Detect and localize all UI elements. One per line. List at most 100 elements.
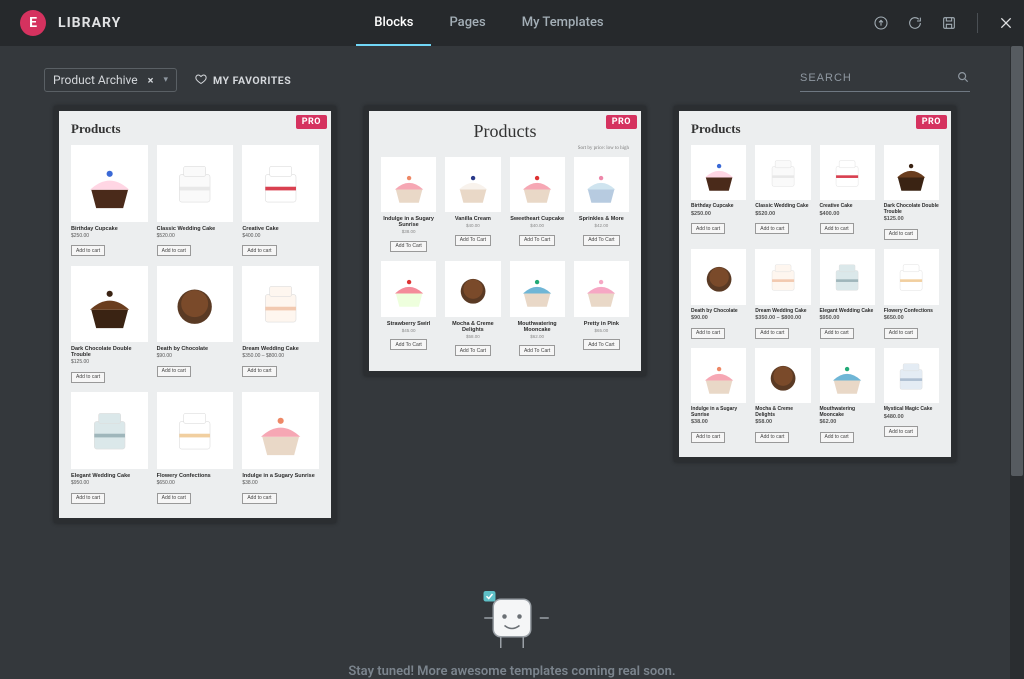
product-image xyxy=(71,392,148,469)
product-cell: Mocha & Creme Delights$58.00Add to cart xyxy=(755,348,810,443)
heart-icon xyxy=(195,73,207,88)
template-card[interactable]: PRO Products Birthday Cupcake$250.00Add … xyxy=(54,106,336,523)
add-to-cart-button: Add to cart xyxy=(755,432,789,443)
product-meta: $40.00 xyxy=(510,223,565,228)
template-card[interactable]: PRO Products Birthday Cupcake$250.00Add … xyxy=(674,106,956,462)
product-price: $38.00 xyxy=(691,419,746,425)
product-name: Strawberry Swirl xyxy=(381,321,436,327)
category-filter-clear-icon[interactable]: × xyxy=(148,74,154,87)
add-to-cart-button: Add To Cart xyxy=(583,339,619,350)
product-cell: Sweetheart Cupcake$40.00Add To Cart xyxy=(510,157,565,252)
product-price: $250.00 xyxy=(71,233,148,239)
product-name: Creative Cake xyxy=(820,204,875,210)
add-to-cart-button: Add to cart xyxy=(884,229,918,240)
product-meta: $38.00 xyxy=(381,229,436,234)
pro-badge: PRO xyxy=(606,115,637,129)
product-name: Dark Chocolate Double Trouble xyxy=(884,204,939,215)
add-to-cart-button: Add To Cart xyxy=(390,241,426,252)
product-name: Death by Chocolate xyxy=(691,309,746,315)
product-price: $38.00 xyxy=(242,480,319,486)
search-input[interactable] xyxy=(800,72,956,84)
tab-blocks[interactable]: Blocks xyxy=(356,0,431,46)
close-icon[interactable] xyxy=(998,15,1014,31)
product-name: Sweetheart Cupcake xyxy=(510,216,565,222)
template-title: Products xyxy=(71,121,319,137)
product-image xyxy=(510,261,565,316)
product-cell: Elegant Wedding Cake$950.00Add to cart xyxy=(71,392,148,504)
product-price: $90.00 xyxy=(157,353,234,359)
product-name: Dream Wedding Cake xyxy=(242,346,319,352)
product-name: Mouthwatering Mooncake xyxy=(510,321,565,333)
product-cell: Indulge in a Sugary Sunrise$38.00Add to … xyxy=(242,392,319,504)
add-to-cart-button: Add to cart xyxy=(157,366,191,377)
product-price: $650.00 xyxy=(884,315,939,321)
library-header: E LIBRARY Blocks Pages My Templates xyxy=(0,0,1024,46)
product-price: $125.00 xyxy=(884,216,939,222)
product-name: Flowery Confections xyxy=(884,309,939,315)
my-favorites-label: MY FAVORITES xyxy=(213,74,291,87)
product-cell: Sprinkles & More$42.00Add To Cart xyxy=(574,157,629,252)
product-image xyxy=(242,392,319,469)
product-cell: Flowery Confections$650.00 Add to cart xyxy=(884,249,939,339)
search-icon[interactable] xyxy=(956,69,970,88)
header-divider xyxy=(977,13,978,33)
product-price: $400.00 xyxy=(820,211,875,217)
sort-indicator: Sort by price: low to high xyxy=(381,146,629,151)
add-to-cart-button: Add to cart xyxy=(755,328,789,339)
product-price: $950.00 xyxy=(820,315,875,321)
product-name: Indulge in a Sugary Sunrise xyxy=(691,407,746,418)
product-meta: $40.00 xyxy=(445,223,500,228)
scrollbar-track[interactable] xyxy=(1010,46,1024,679)
scrollbar-thumb[interactable] xyxy=(1011,46,1023,476)
save-icon[interactable] xyxy=(941,15,957,31)
tab-my-templates[interactable]: My Templates xyxy=(504,0,622,46)
product-cell: Birthday Cupcake$250.00 Add to cart xyxy=(71,145,148,257)
product-price: $58.00 xyxy=(755,419,810,425)
template-card[interactable]: PRO Products Sort by price: low to high … xyxy=(364,106,646,376)
product-meta: $65.00 xyxy=(574,328,629,333)
add-to-cart-button: Add to cart xyxy=(691,223,725,234)
mascot-icon xyxy=(467,578,557,658)
add-to-cart-button: Add to cart xyxy=(71,245,105,256)
chevron-down-icon[interactable]: ▾ xyxy=(163,75,168,85)
product-cell: Indulge in a Sugary Sunrise$38.00Add To … xyxy=(381,157,436,252)
product-cell: Dream Wedding Cake$350.00 – $800.00Add t… xyxy=(755,249,810,339)
product-price: $400.00 xyxy=(242,233,319,239)
product-name: Birthday Cupcake xyxy=(71,226,148,232)
product-meta: $45.00 xyxy=(381,328,436,333)
add-to-cart-button: Add to cart xyxy=(691,328,725,339)
add-to-cart-button: Add To Cart xyxy=(455,235,491,246)
tab-pages[interactable]: Pages xyxy=(431,0,503,46)
product-image xyxy=(884,145,939,200)
product-name: Flowery Confections xyxy=(157,473,234,479)
product-price: $520.00 xyxy=(755,211,810,217)
product-name: Classic Wedding Cake xyxy=(157,226,234,232)
add-to-cart-button: Add to cart xyxy=(884,328,918,339)
add-to-cart-button: Add to cart xyxy=(691,432,725,443)
search-field[interactable] xyxy=(800,69,970,92)
category-filter-chip[interactable]: Product Archive × ▾ xyxy=(44,68,177,92)
product-cell: Vanilla Cream$40.00Add To Cart xyxy=(445,157,500,252)
product-name: Mouthwatering Mooncake xyxy=(820,407,875,418)
product-cell: Mouthwatering Mooncake$62.00Add to cart xyxy=(820,348,875,443)
product-name: Birthday Cupcake xyxy=(691,204,746,210)
product-price: $350.00 – $800.00 xyxy=(755,315,810,321)
product-image xyxy=(242,266,319,343)
upload-icon[interactable] xyxy=(873,15,889,31)
product-image xyxy=(820,145,875,200)
product-image xyxy=(445,261,500,316)
add-to-cart-button: Add To Cart xyxy=(455,345,491,356)
sync-icon[interactable] xyxy=(907,15,923,31)
product-cell: Mystical Magic Cake$480.00Add to cart xyxy=(884,348,939,443)
product-cell: Elegant Wedding Cake$950.00Add to cart xyxy=(820,249,875,339)
library-tabs: Blocks Pages My Templates xyxy=(356,0,621,46)
product-cell: Dark Chocolate Double Trouble$125.00Add … xyxy=(71,266,148,384)
product-meta: $42.00 xyxy=(574,223,629,228)
product-image xyxy=(157,266,234,343)
product-cell: Mouthwatering Mooncake$62.00Add To Cart xyxy=(510,261,565,356)
product-grid: Birthday Cupcake$250.00 Add to cart Classi… xyxy=(71,145,319,504)
product-cell: Mocha & Creme Delights$58.00Add To Cart xyxy=(445,261,500,356)
add-to-cart-button: Add to cart xyxy=(884,426,918,437)
add-to-cart-button: Add to cart xyxy=(242,493,276,504)
my-favorites-toggle[interactable]: MY FAVORITES xyxy=(195,73,291,88)
